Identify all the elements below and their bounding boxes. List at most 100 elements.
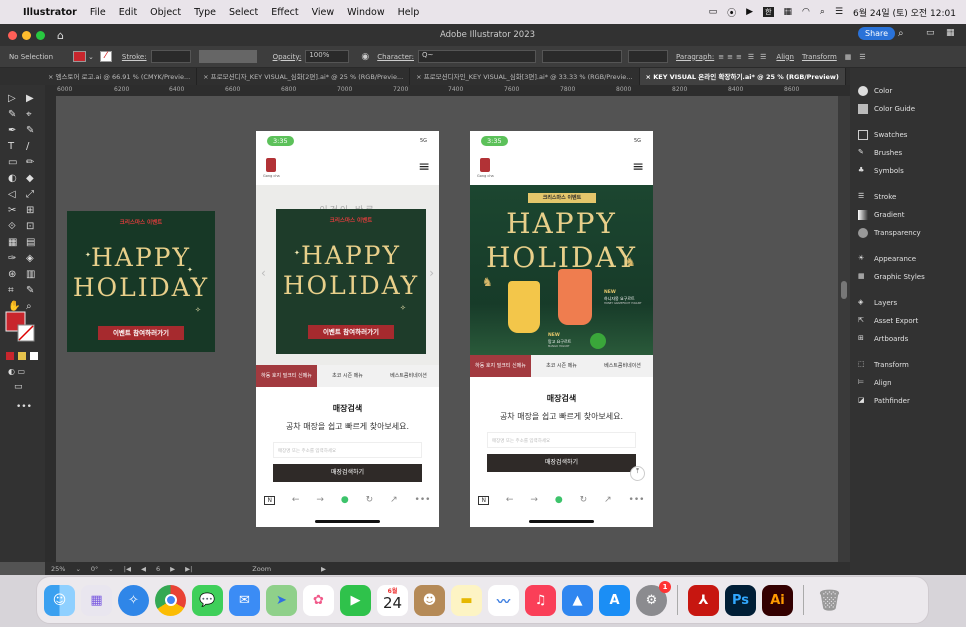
battery-icon[interactable]: ▭	[709, 7, 718, 17]
mail-icon[interactable]: ✉	[229, 584, 260, 616]
transform-link[interactable]: Transform	[802, 53, 837, 61]
music-icon[interactable]: ♫	[525, 584, 556, 616]
zoom-dropdown[interactable]: ⌄	[75, 565, 80, 573]
more-options-icon[interactable]: ☰	[859, 53, 865, 61]
share-button[interactable]: Share	[858, 27, 896, 40]
panel-graphic-styles[interactable]: ▦ Graphic Styles	[850, 268, 966, 286]
play-icon[interactable]: ▶	[746, 7, 753, 17]
stroke-weight-input[interactable]	[150, 50, 191, 63]
menu-tab-2[interactable]: 초코 시즌 메뉴	[317, 365, 378, 387]
menu-tab-1[interactable]: 하동 호지 밀크티 신메뉴	[256, 365, 317, 387]
menu-effect[interactable]: Effect	[271, 7, 298, 18]
safari-icon[interactable]: ✧	[118, 584, 149, 616]
hamburger-icon[interactable]: ≡	[418, 159, 430, 175]
panel-asset-export[interactable]: ⇱ Asset Export	[850, 312, 966, 330]
chrome-icon[interactable]	[155, 584, 186, 616]
align-right-icon[interactable]: ≡	[736, 53, 742, 61]
recolor-icon[interactable]: ◉	[361, 52, 369, 62]
freeform-icon[interactable]: 〰	[488, 584, 519, 616]
home-circle-icon[interactable]: ●	[555, 495, 563, 505]
last-artboard-button[interactable]: ▶|	[185, 565, 192, 573]
launchpad-icon[interactable]: ▦	[81, 584, 112, 616]
panel-artboards[interactable]: ⊞ Artboards	[850, 330, 966, 348]
close-tab-icon[interactable]: ×	[48, 73, 56, 81]
back-icon[interactable]: ←	[292, 495, 300, 505]
menu-edit[interactable]: Edit	[119, 7, 137, 18]
app-menu[interactable]: Illustrator	[23, 7, 77, 18]
menu-object[interactable]: Object	[150, 7, 181, 18]
panel-color-guide[interactable]: Color Guide	[850, 100, 966, 118]
font-size-input[interactable]	[628, 50, 668, 63]
messages-icon[interactable]: 💬	[192, 584, 223, 616]
panel-brushes[interactable]: ✎ Brushes	[850, 144, 966, 162]
store-search-button[interactable]: 매장검색하기	[273, 464, 422, 482]
panel-gradient[interactable]: Gradient	[850, 206, 966, 224]
panel-transform[interactable]: ⬚ Transform	[850, 356, 966, 374]
minimize-window-button[interactable]	[22, 30, 31, 40]
hero-key-visual[interactable]: 크리스마스 이벤트 HAPPY HOLIDAY ♞ ♞ NEW 하니자몽 요구르…	[470, 185, 653, 355]
numbering-icon[interactable]: ☰	[760, 53, 766, 61]
facetime-icon[interactable]: ▶	[340, 584, 371, 616]
menu-tab-3[interactable]: 베스트콤비네이션	[592, 355, 653, 377]
tab-doc-4[interactable]: × KEY VISUAL 온라인 확장하기.ai* @ 25 % (RGB/Pr…	[639, 68, 846, 85]
align-left-icon[interactable]: ≡	[718, 53, 724, 61]
store-search-input[interactable]: 매장명 또는 주소를 입력하세요	[273, 442, 422, 458]
contacts-icon[interactable]: ☻	[414, 584, 445, 616]
event-cta-button[interactable]: 이벤트 참여하러가기	[308, 325, 394, 339]
opacity-input[interactable]: 100%	[305, 50, 350, 63]
media-icon[interactable]: ⦿	[727, 6, 736, 19]
keynote-icon[interactable]: ▲	[562, 584, 593, 616]
photoshop-icon[interactable]: Ps	[725, 584, 756, 616]
home-circle-icon[interactable]: ●	[341, 495, 349, 505]
prev-slide-icon[interactable]: ‹	[261, 266, 266, 280]
store-search-input[interactable]: 매장명 또는 주소를 입력하세요	[487, 432, 636, 448]
forward-icon[interactable]: →	[530, 495, 538, 505]
key-visual-artboard[interactable]: 크리스마스 이벤트 HAPPY HOLIDAY ✦ ✦ ✧ 이벤트 참여하러가기	[67, 211, 215, 352]
menu-help[interactable]: Help	[398, 7, 420, 18]
home-icon[interactable]: ⌂	[57, 29, 64, 42]
menu-tab-1[interactable]: 하동 호지 밀크티 신메뉴	[470, 355, 531, 377]
first-artboard-button[interactable]: |◀	[124, 565, 131, 573]
align-link[interactable]: Align	[776, 53, 794, 61]
menu-tab-2[interactable]: 초코 시즌 메뉴	[531, 355, 592, 377]
arrange-icon[interactable]: ▦	[946, 28, 955, 38]
tools-icons[interactable]: ▷ ▶ ✎ ⌖ ✒ ✎ T / ▭ ✏ ◐ ◆ ◁ ⤢ ✂ ⊞ ⟐ ⊡ ▦ ▤ ✑ ◈ ⊛ ▥ ⌗ ✎ ✋…	[0, 89, 45, 409]
font-style-input[interactable]	[542, 50, 622, 63]
trash-icon[interactable]: 🗑	[814, 585, 845, 616]
panel-align[interactable]: ⊨ Align	[850, 374, 966, 392]
zoom-level[interactable]: 25%	[51, 565, 65, 573]
status-menu-arrow[interactable]: ▶	[321, 565, 326, 573]
rotation-dropdown[interactable]: ⌄	[108, 565, 113, 573]
notes-icon[interactable]: ▬	[451, 584, 482, 616]
font-search-input[interactable]: Q~	[418, 50, 536, 63]
zoom-window-button[interactable]	[36, 30, 45, 40]
vertical-scrollbar[interactable]	[838, 96, 850, 562]
variable-width-profile[interactable]	[198, 50, 257, 63]
menu-select[interactable]: Select	[229, 7, 258, 18]
naver-icon[interactable]: N	[264, 495, 275, 505]
back-icon[interactable]: ←	[506, 495, 514, 505]
close-window-button[interactable]	[8, 30, 17, 40]
panel-appearance[interactable]: ☀ Appearance	[850, 250, 966, 268]
menu-type[interactable]: Type	[194, 7, 216, 18]
grid-icon[interactable]: ▦	[845, 53, 852, 61]
photos-icon[interactable]: ✿	[303, 584, 334, 616]
status-mode[interactable]: Zoom	[252, 565, 271, 573]
search-icon[interactable]: ⌕	[898, 28, 904, 39]
fill-dropdown[interactable]: ⌄	[88, 53, 94, 61]
illustrator-icon[interactable]: Ai	[762, 584, 793, 616]
naver-icon[interactable]: N	[478, 495, 489, 505]
input-method-icon[interactable]: 한	[763, 7, 774, 17]
rotation-level[interactable]: 0°	[91, 565, 98, 573]
tab-doc-3[interactable]: × 프로모션디자인_KEY VISUAL_심화[3편].ai* @ 33.33 …	[410, 68, 640, 85]
close-tab-icon[interactable]: ×	[416, 73, 424, 81]
menu-file[interactable]: File	[90, 7, 106, 18]
mobile-artboard-2[interactable]: 3:35 5G Gong cha ≡ 크리스마스 이벤트 HAPPY HOLID…	[470, 131, 653, 527]
store-search-button[interactable]: 매장검색하기	[487, 454, 636, 472]
panel-pathfinder[interactable]: ◪ Pathfinder	[850, 392, 966, 410]
panel-color[interactable]: Color	[850, 82, 966, 100]
system-settings-icon[interactable]: ⚙ 1	[636, 580, 671, 616]
align-center-icon[interactable]: ≡	[727, 53, 733, 61]
event-cta-button[interactable]: 이벤트 참여하러가기	[98, 326, 184, 340]
tab-doc-2[interactable]: × 프로모션디자_KEY VISUAL_심화[2편].ai* @ 25 % (R…	[197, 68, 411, 85]
